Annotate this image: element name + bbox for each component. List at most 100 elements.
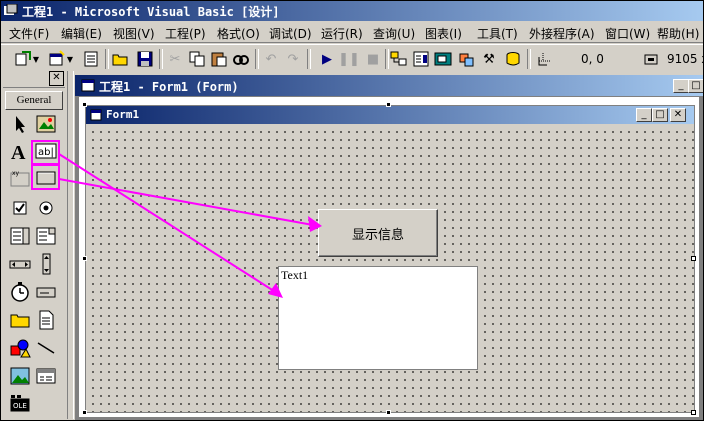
label-tool-icon[interactable]: A [7,138,33,164]
minimize-icon[interactable]: _ [636,108,652,122]
maximize-icon[interactable]: □ [688,79,703,93]
project-designer-window: 工程1 - Form1 (Form) _ □ Form1 _ □ ✕ 显示信息 [75,75,703,420]
project-window-title: 工程1 - Form1 (Form) [99,80,239,94]
chevron-down-icon[interactable]: ▼ [31,49,41,69]
resize-handle[interactable] [82,256,87,261]
add-project-icon[interactable] [13,49,33,69]
chevron-down-icon[interactable]: ▼ [65,49,75,69]
pointer-tool-icon[interactable] [7,111,33,137]
open-folder-icon[interactable] [111,49,131,69]
menu-file[interactable]: 文件(F) [9,25,49,42]
menu-query[interactable]: 查询(U) [373,25,415,42]
menu-format[interactable]: 格式(O) [217,25,260,42]
frame-tool-icon[interactable]: xy [7,165,33,191]
object-browser-icon[interactable] [457,49,477,69]
paste-icon[interactable] [209,49,229,69]
toolbox-header: ✕ [3,71,65,88]
menu-diagram[interactable]: 图表(I) [425,25,462,42]
toolbox-splitter[interactable] [67,71,74,419]
toolbox-tab-general[interactable]: General [5,91,63,110]
save-icon[interactable] [135,49,155,69]
project-window-titlebar: 工程1 - Form1 (Form) _ □ [75,75,703,96]
textbox-tool-icon[interactable]: ab| [33,138,59,164]
form1[interactable]: Form1 _ □ ✕ 显示信息 Text1 [85,105,695,413]
close-icon[interactable]: ✕ [670,108,686,122]
menu-project[interactable]: 工程(P) [165,25,206,42]
pause-icon[interactable]: ❚❚ [338,49,360,69]
standard-toolbar: ▼ ▼ ✂ ↶ ↷ ▶ ❚❚ ■ ⚒ 0, 0 9105 [1,44,703,73]
toolbar-separator [255,49,259,69]
vb-app-icon [4,4,18,15]
vb-ide-window: 工程1 - Microsoft Visual Basic [设计] 文件(F) … [0,0,704,421]
toolbox-panel: ✕ General A ab| xy OLE [3,71,65,419]
cut-icon[interactable]: ✂ [165,49,185,69]
resize-handle[interactable] [691,410,696,415]
menu-view[interactable]: 视图(V) [113,25,155,42]
menu-addins[interactable]: 外接程序(A) [529,25,595,42]
project-explorer-icon[interactable] [389,49,409,69]
svg-text:A: A [11,142,26,162]
image-tool-icon[interactable] [7,363,33,389]
line-tool-icon[interactable] [33,335,59,361]
menu-editor-icon[interactable] [81,49,101,69]
hscrollbar-tool-icon[interactable] [7,251,33,277]
toolbar-separator [159,49,163,69]
checkbox-tool-icon[interactable] [7,195,33,221]
menu-bar: 文件(F) 编辑(E) 视图(V) 工程(P) 格式(O) 调试(D) 运行(R… [1,22,703,43]
svg-text:xy: xy [12,170,20,177]
menu-run[interactable]: 运行(R) [321,25,363,42]
undo-icon[interactable]: ↶ [261,49,281,69]
resize-handle[interactable] [386,102,391,107]
menu-edit[interactable]: 编辑(E) [61,25,102,42]
resize-handle[interactable] [691,256,696,261]
menu-tools[interactable]: 工具(T) [477,25,518,42]
copy-icon[interactable] [187,49,207,69]
maximize-icon[interactable]: □ [652,108,668,122]
position-readout: 0, 0 [581,52,604,66]
properties-icon[interactable] [411,49,431,69]
form-icon [81,79,95,92]
vscrollbar-tool-icon[interactable] [33,251,59,277]
resize-handle[interactable] [386,410,391,415]
form-designer-canvas: Form1 _ □ ✕ 显示信息 Text1 [79,97,699,417]
optionbutton-tool-icon[interactable] [33,195,59,221]
menu-window[interactable]: 窗口(W) [605,25,650,42]
find-icon[interactable] [231,49,251,69]
position-icon [535,49,555,69]
size-readout: 9105 x [667,52,703,66]
shape-tool-icon[interactable] [7,335,33,361]
form1-titlebar: Form1 _ □ ✕ [86,106,694,124]
redo-icon[interactable]: ↷ [283,49,303,69]
toolbar-separator [307,49,311,69]
toolbox-icon[interactable]: ⚒ [479,49,499,69]
stop-icon[interactable]: ■ [363,49,383,69]
form1-grid[interactable]: 显示信息 Text1 [86,125,694,412]
data-tool-icon[interactable] [33,363,59,389]
menu-debug[interactable]: 调试(D) [269,25,312,42]
resize-handle[interactable] [82,102,87,107]
timer-tool-icon[interactable] [7,279,33,305]
commandbutton-tool-icon[interactable] [33,165,59,191]
close-icon[interactable]: ✕ [49,71,64,86]
resize-handle[interactable] [82,410,87,415]
add-form-icon[interactable] [47,49,67,69]
combobox-tool-icon[interactable] [7,223,33,249]
toolbar-separator [527,49,531,69]
data-view-icon[interactable] [503,49,523,69]
command1-button[interactable]: 显示信息 [318,209,438,257]
minimize-icon[interactable]: _ [673,79,689,93]
svg-text:OLE: OLE [13,402,27,410]
svg-text:ab|: ab| [38,147,54,158]
size-icon [641,49,661,69]
run-icon[interactable]: ▶ [317,49,337,69]
menu-help[interactable]: 帮助(H) [657,25,699,42]
form-icon [90,109,102,121]
dirlistbox-tool-icon[interactable] [7,307,33,333]
picturebox-tool-icon[interactable] [33,111,59,137]
listbox-tool-icon[interactable] [33,223,59,249]
ole-tool-icon[interactable]: OLE [7,391,33,417]
filelistbox-tool-icon[interactable] [33,307,59,333]
text1-textbox[interactable]: Text1 [278,266,478,370]
drivelistbox-tool-icon[interactable] [33,279,59,305]
form-layout-icon[interactable] [433,49,453,69]
